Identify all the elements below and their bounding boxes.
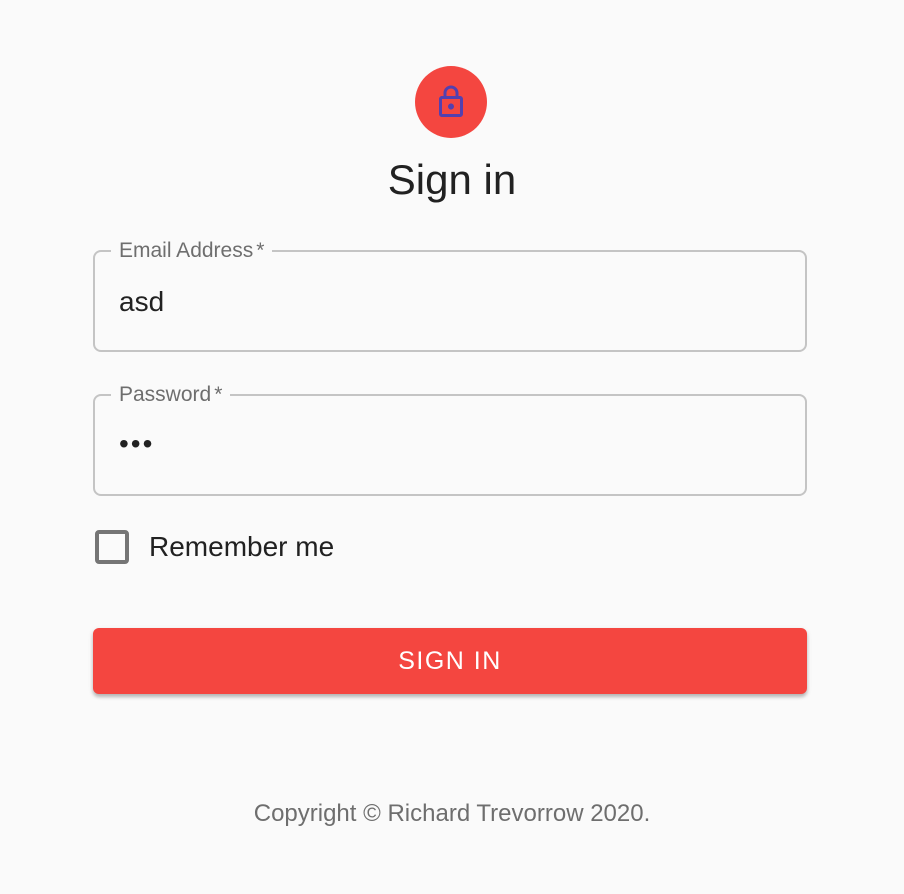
password-input[interactable]: ••• <box>119 424 154 464</box>
password-label-text: Password <box>119 383 212 406</box>
lock-icon <box>433 84 469 120</box>
sign-in-button[interactable]: SIGN IN <box>93 628 807 694</box>
password-field-label: Password * <box>111 382 231 408</box>
password-field[interactable]: Password * ••• <box>93 382 807 496</box>
remember-me-label[interactable]: Remember me <box>149 528 334 566</box>
page-title: Sign in <box>387 156 517 203</box>
email-field[interactable]: Email Address * asd <box>93 238 807 352</box>
avatar <box>415 66 487 138</box>
email-required-mark: * <box>256 239 265 262</box>
remember-me-checkbox-row[interactable]: Remember me <box>95 528 334 566</box>
email-field-label: Email Address * <box>111 238 273 264</box>
email-label-text: Email Address <box>119 239 254 262</box>
sign-in-page: Sign in Email Address * asd Password * •••… <box>0 0 904 894</box>
remember-me-checkbox[interactable] <box>95 530 129 564</box>
password-required-mark: * <box>214 383 223 406</box>
copyright-text: Copyright © Richard Trevorrow 2020. <box>253 800 651 827</box>
email-input[interactable]: asd <box>119 282 164 322</box>
